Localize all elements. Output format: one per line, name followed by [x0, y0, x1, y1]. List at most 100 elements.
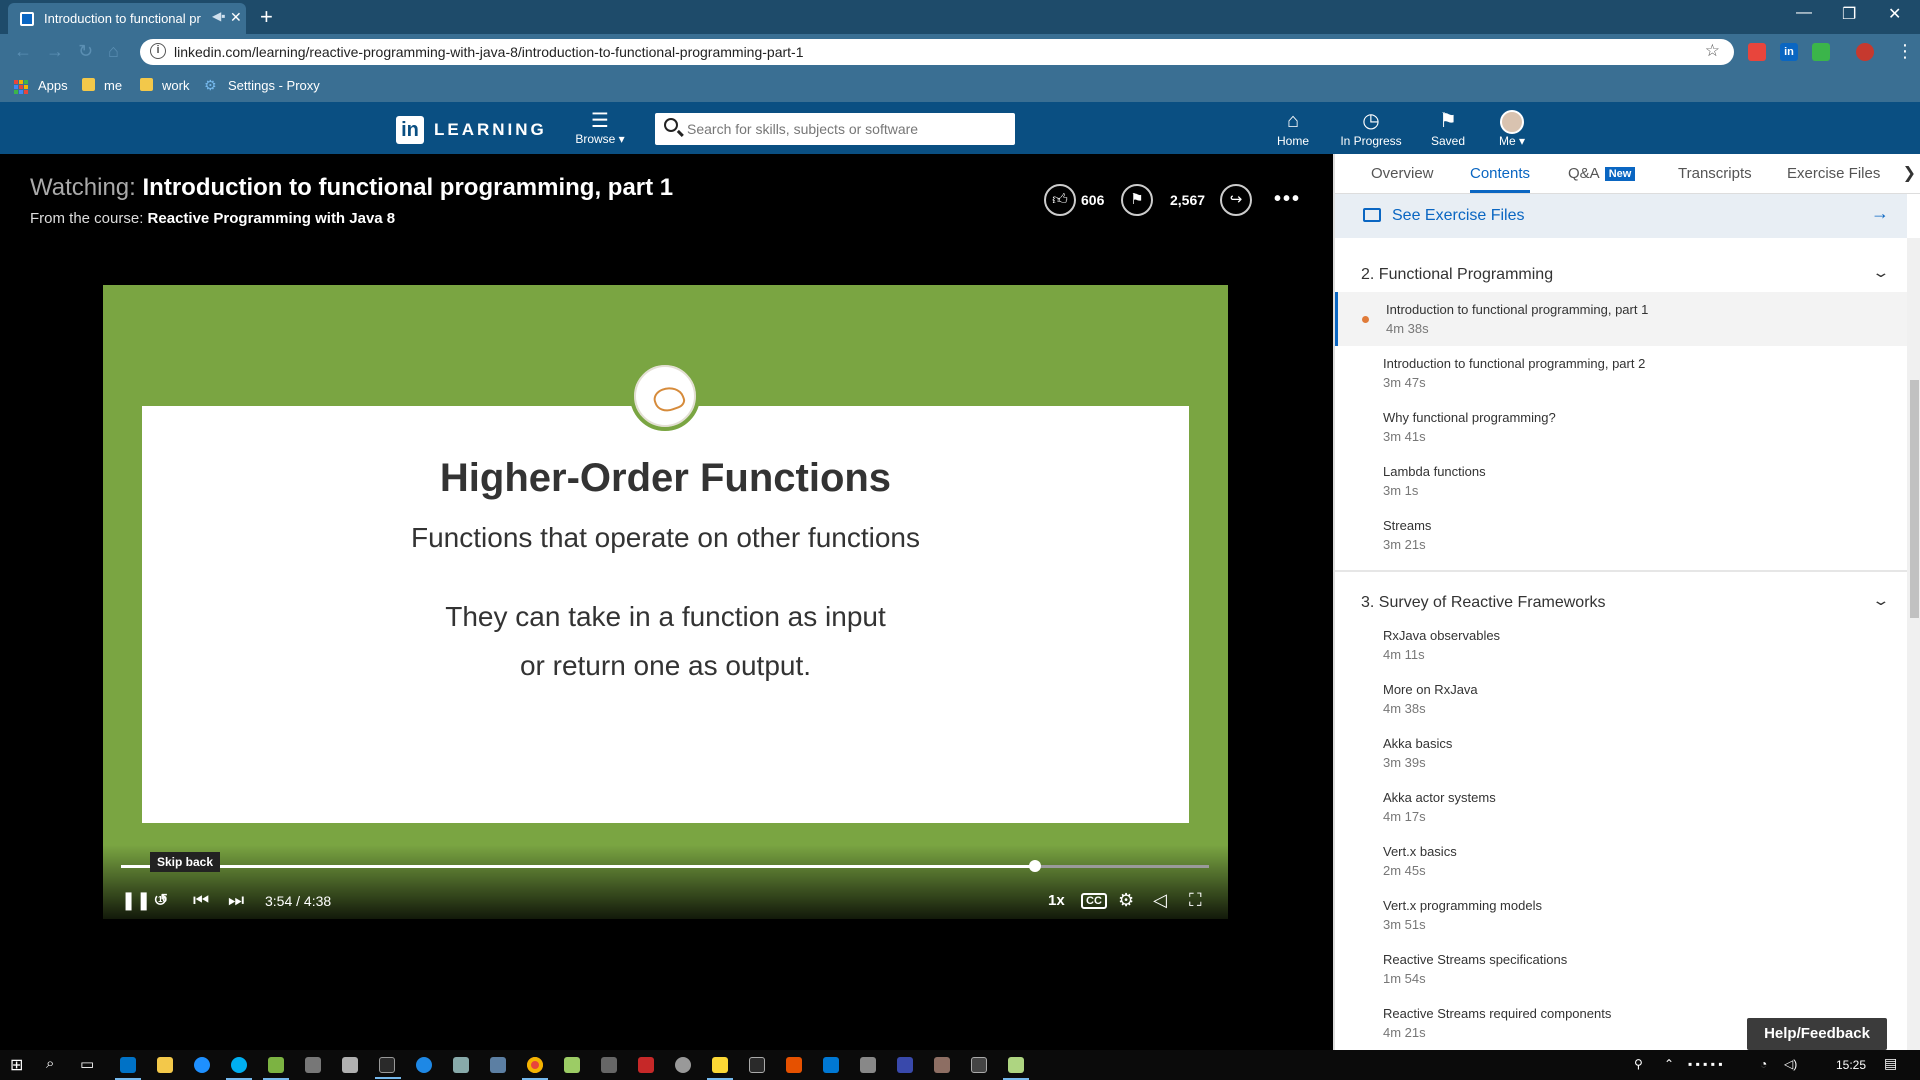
linkedin-logo-icon[interactable]: in	[396, 116, 424, 144]
task-view-icon[interactable]: ▭	[80, 1055, 94, 1073]
app-icon[interactable]	[749, 1057, 765, 1073]
intellij-icon[interactable]	[375, 1057, 401, 1079]
extension-badge-icon[interactable]	[1812, 43, 1830, 61]
sticky-notes-icon[interactable]	[707, 1057, 733, 1080]
extension-linkedin-icon[interactable]: in	[1780, 43, 1798, 61]
tab-overview[interactable]: Overview	[1371, 165, 1434, 182]
profile-avatar-icon[interactable]	[1856, 43, 1874, 61]
skype-icon[interactable]	[226, 1057, 252, 1080]
forward-icon[interactable]: →	[46, 41, 64, 62]
share-button[interactable]: ↪	[1220, 184, 1252, 216]
site-info-icon[interactable]: i	[150, 43, 166, 59]
app-icon[interactable]	[897, 1057, 913, 1073]
help-feedback-button[interactable]: Help/Feedback	[1747, 1018, 1887, 1050]
tab-transcripts[interactable]: Transcripts	[1678, 165, 1752, 182]
notepad-icon[interactable]	[1003, 1057, 1029, 1080]
list-item[interactable]: Akka actor systems 4m 17s	[1335, 780, 1907, 834]
list-item[interactable]: Introduction to functional programming, …	[1335, 346, 1907, 400]
sidebar-scrollbar[interactable]	[1907, 238, 1920, 1050]
list-item[interactable]: Reactive Streams specifications 1m 54s	[1335, 942, 1907, 996]
section-title[interactable]: 3. Survey of Reactive Frameworks	[1361, 594, 1606, 612]
file-explorer-icon[interactable]	[157, 1057, 173, 1073]
tab-audio-icon[interactable]: ◀▪	[212, 9, 225, 23]
extension-chrome-icon[interactable]	[1748, 43, 1766, 61]
vscode-icon[interactable]	[823, 1057, 839, 1073]
address-bar[interactable]: i linkedin.com/learning/reactive-program…	[140, 39, 1734, 65]
save-button[interactable]: ⚑	[1121, 184, 1153, 216]
app-icon[interactable]	[934, 1057, 950, 1073]
tab-qa[interactable]: Q&A New	[1568, 165, 1636, 182]
bookmark-apps[interactable]: Apps	[38, 78, 68, 93]
url-text[interactable]: linkedin.com/learning/reactive-programmi…	[174, 44, 804, 60]
app-icon[interactable]	[416, 1057, 432, 1073]
nav-home[interactable]: ⌂ Home	[1248, 108, 1338, 148]
app-icon[interactable]	[638, 1057, 654, 1073]
window-close-icon[interactable]: ✕	[1888, 4, 1901, 24]
chrome-icon[interactable]	[522, 1057, 548, 1080]
app-icon[interactable]	[786, 1057, 802, 1073]
see-exercise-files-link[interactable]: See Exercise Files →	[1335, 194, 1907, 238]
chevron-up-icon[interactable]: ⌃	[1664, 1057, 1674, 1071]
app-icon[interactable]	[971, 1057, 987, 1073]
settings-gear-icon[interactable]: ⚙	[1118, 890, 1134, 911]
list-item[interactable]: RxJava observables 4m 11s	[1335, 618, 1907, 672]
scrollbar-thumb[interactable]	[1910, 380, 1919, 618]
tab-contents[interactable]: Contents	[1470, 165, 1531, 193]
list-item[interactable]: Streams 3m 21s	[1335, 508, 1907, 562]
captions-icon[interactable]: CC	[1081, 893, 1107, 909]
app-icon[interactable]	[342, 1057, 358, 1073]
home-icon[interactable]: ⌂	[108, 41, 119, 62]
search-icon[interactable]: ⌕	[46, 1055, 54, 1072]
tab-close-icon[interactable]: ✕	[230, 9, 242, 26]
list-item[interactable]: Lambda functions 3m 1s	[1335, 454, 1907, 508]
course-link[interactable]: Reactive Programming with Java 8	[148, 210, 396, 227]
speed-button[interactable]: 1x	[1048, 892, 1065, 909]
pause-icon[interactable]: ❚❚	[121, 890, 151, 911]
list-item[interactable]: Akka basics 3m 39s	[1335, 726, 1907, 780]
previous-icon[interactable]: ⏮︎	[193, 890, 209, 911]
tray-icons[interactable]: ▪ ▪ ▪ ▪ ▪	[1688, 1057, 1723, 1071]
fullscreen-icon[interactable]: ⛶	[1189, 890, 1202, 911]
list-item[interactable]: Vert.x programming models 3m 51s	[1335, 888, 1907, 942]
app-icon[interactable]	[263, 1057, 289, 1080]
more-options-icon[interactable]: •••	[1274, 188, 1301, 211]
apps-grid-icon[interactable]	[14, 80, 28, 94]
people-icon[interactable]: ⚲	[1634, 1057, 1643, 1071]
chevron-down-icon[interactable]: ⌄	[1872, 592, 1891, 609]
windows-start-icon[interactable]: ⊞	[10, 1055, 23, 1075]
app-icon[interactable]	[675, 1057, 691, 1073]
like-button[interactable]: 👍︎	[1044, 184, 1076, 216]
bookmark-settings-proxy[interactable]: Settings - Proxy	[228, 78, 320, 93]
back-icon[interactable]: ←	[14, 41, 32, 62]
list-item[interactable]: Introduction to functional programming, …	[1335, 292, 1907, 346]
bookmark-me[interactable]: me	[104, 78, 122, 93]
browser-tab[interactable]: Introduction to functional pr ◀▪ ✕	[8, 3, 246, 34]
tab-exercise-files[interactable]: Exercise Files	[1787, 165, 1880, 182]
reload-icon[interactable]: ↻	[78, 41, 93, 62]
volume-icon[interactable]: ◁	[1153, 890, 1167, 911]
list-item[interactable]: More on RxJava 4m 38s	[1335, 672, 1907, 726]
app-icon[interactable]	[453, 1057, 469, 1073]
learning-brand[interactable]: LEARNING	[434, 120, 547, 140]
internet-explorer-icon[interactable]	[194, 1057, 210, 1073]
wifi-icon[interactable]: ◔	[1760, 1057, 1767, 1071]
chevron-down-icon[interactable]: ⌄	[1872, 264, 1891, 281]
list-item[interactable]: Why functional programming? 3m 41s	[1335, 400, 1907, 454]
new-tab-button[interactable]: +	[260, 4, 273, 30]
nav-me[interactable]: Me ▾	[1467, 108, 1557, 148]
taskbar-clock[interactable]: 15:25	[1836, 1058, 1866, 1072]
browse-menu-button[interactable]: ☰ Browse ▾	[574, 110, 626, 146]
chevron-right-icon[interactable]: ❯	[1903, 163, 1916, 183]
chrome-menu-icon[interactable]: ⋮	[1896, 41, 1914, 62]
section-title[interactable]: 2. Functional Programming	[1361, 266, 1553, 284]
progress-handle[interactable]	[1028, 860, 1041, 872]
app-icon[interactable]	[564, 1057, 580, 1073]
notifications-icon[interactable]: ▤	[1884, 1055, 1897, 1072]
list-item[interactable]: Vert.x basics 2m 45s	[1335, 834, 1907, 888]
search-input[interactable]: Search for skills, subjects or software	[655, 113, 1015, 145]
restore-icon[interactable]: ❐	[1842, 4, 1856, 24]
app-icon[interactable]	[490, 1057, 506, 1073]
terminal-icon[interactable]	[305, 1057, 321, 1073]
outlook-icon[interactable]	[115, 1057, 141, 1080]
bookmark-star-icon[interactable]: ☆	[1705, 41, 1720, 61]
